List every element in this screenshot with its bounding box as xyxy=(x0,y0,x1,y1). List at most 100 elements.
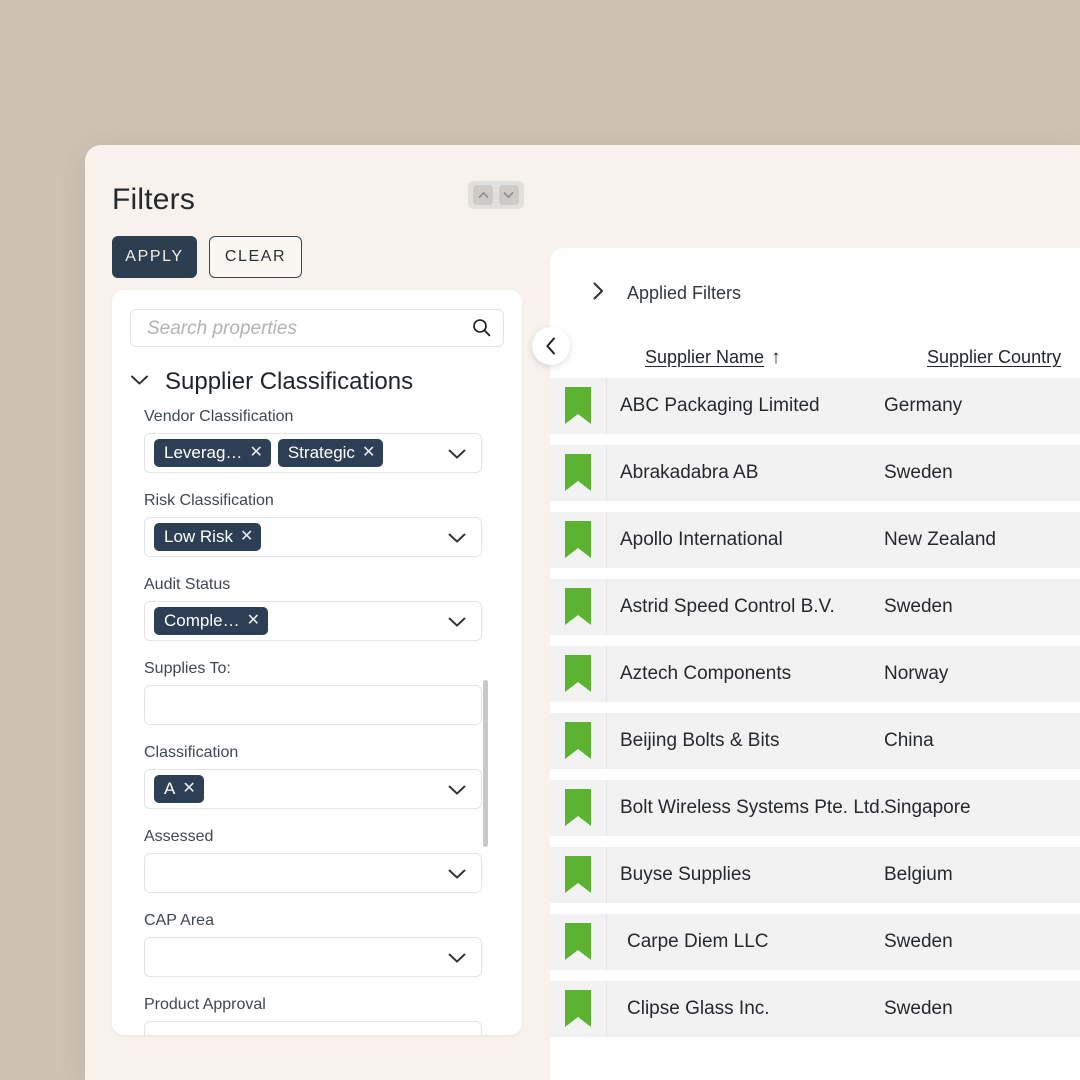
filter-fields-list: Vendor Classification Leverag… ✕ Strategic ✕… xyxy=(112,408,522,1035)
remove-chip-icon[interactable]: ✕ xyxy=(240,529,253,545)
table-column-headers: Supplier Name ↑ Supplier Country xyxy=(550,347,1080,373)
row-flag-cell xyxy=(550,780,607,836)
remove-chip-icon[interactable]: ✕ xyxy=(249,445,262,461)
results-panel: Applied Filters Supplier Name ↑ Supplier … xyxy=(550,248,1080,1080)
table-row[interactable]: Astrid Speed Control B.V. Sweden xyxy=(550,579,1080,635)
filter-field: Risk Classification Low Risk ✕ xyxy=(144,492,482,557)
remove-chip-icon[interactable]: ✕ xyxy=(247,613,260,629)
cell-supplier-name: Carpe Diem LLC xyxy=(627,931,769,952)
filter-field-control[interactable]: Comple… ✕ xyxy=(144,601,482,641)
bookmark-icon[interactable] xyxy=(565,521,591,563)
cell-supplier-name: Bolt Wireless Systems Pte. Ltd. xyxy=(620,797,886,818)
cell-supplier-country: New Zealand xyxy=(884,529,996,550)
filter-chip-label: Comple… xyxy=(164,611,240,630)
table-row[interactable]: Aztech Components Norway xyxy=(550,646,1080,702)
bookmark-icon[interactable] xyxy=(565,923,591,965)
bookmark-icon[interactable] xyxy=(565,789,591,831)
cell-supplier-name: Clipse Glass Inc. xyxy=(627,998,770,1019)
sort-ascending-icon[interactable]: ↑ xyxy=(771,347,781,369)
apply-button[interactable]: APPLY xyxy=(112,236,197,278)
bookmark-icon[interactable] xyxy=(565,856,591,898)
remove-chip-icon[interactable]: ✕ xyxy=(362,445,375,461)
cell-divider xyxy=(606,914,607,970)
row-flag-cell xyxy=(550,981,607,1037)
cell-divider xyxy=(606,378,607,434)
filter-field-control[interactable]: Low Risk ✕ xyxy=(144,517,482,557)
chevron-down-icon[interactable] xyxy=(447,951,467,969)
cell-divider xyxy=(606,445,607,501)
cell-divider xyxy=(606,713,607,769)
table-row[interactable]: Apollo International New Zealand xyxy=(550,512,1080,568)
bookmark-icon[interactable] xyxy=(565,454,591,496)
filter-chip[interactable]: Leverag… ✕ xyxy=(154,439,271,467)
chevron-down-icon[interactable] xyxy=(447,447,467,465)
filter-field: Vendor Classification Leverag… ✕ Strategic ✕ xyxy=(144,408,482,473)
table-row[interactable]: Carpe Diem LLC Sweden xyxy=(550,914,1080,970)
filter-field: Product Approval xyxy=(144,996,482,1035)
screen: Filters APPLY CLEAR Search properties Su… xyxy=(0,0,1080,1080)
row-flag-cell xyxy=(550,646,607,702)
cell-divider xyxy=(606,579,607,635)
filter-field-label: Risk Classification xyxy=(144,492,274,509)
filter-panel: Supplier Classifications Vendor Classifi… xyxy=(112,290,522,1035)
table-row[interactable]: Bolt Wireless Systems Pte. Ltd. Singapore xyxy=(550,780,1080,836)
filter-field-control[interactable]: Leverag… ✕ Strategic ✕ xyxy=(144,433,482,473)
chevron-down-icon[interactable] xyxy=(447,783,467,801)
cell-supplier-country: China xyxy=(884,730,934,751)
bookmark-icon[interactable] xyxy=(565,990,591,1032)
clear-button[interactable]: CLEAR xyxy=(209,236,302,278)
cell-divider xyxy=(606,981,607,1037)
search-icon[interactable] xyxy=(472,318,491,342)
search-input[interactable] xyxy=(145,310,459,348)
collapse-panel-button[interactable] xyxy=(532,327,570,365)
row-flag-cell xyxy=(550,378,607,434)
filter-chip[interactable]: Low Risk ✕ xyxy=(154,523,262,551)
chevron-down-icon[interactable] xyxy=(498,185,519,205)
chevron-down-icon[interactable] xyxy=(447,531,467,549)
filter-field-control[interactable]: A ✕ xyxy=(144,769,482,809)
remove-chip-icon[interactable]: ✕ xyxy=(182,781,195,797)
filter-field-control[interactable] xyxy=(144,853,482,893)
column-header-label: Supplier Name xyxy=(645,347,765,367)
bookmark-icon[interactable] xyxy=(565,387,591,429)
column-header-supplier-name[interactable]: Supplier Name ↑ xyxy=(645,347,781,369)
row-flag-cell xyxy=(550,847,607,903)
filter-chip[interactable]: Comple… ✕ xyxy=(154,607,268,635)
filter-field: Audit Status Comple… ✕ xyxy=(144,576,482,641)
bookmark-icon[interactable] xyxy=(565,655,591,697)
filter-field-control[interactable] xyxy=(144,685,482,725)
bookmark-icon[interactable] xyxy=(565,588,591,630)
filter-field-label: Product Approval xyxy=(144,996,266,1013)
chevron-up-icon[interactable] xyxy=(473,185,494,205)
cell-supplier-name: Beijing Bolts & Bits xyxy=(620,730,780,751)
cell-supplier-country: Singapore xyxy=(884,797,971,818)
cell-supplier-name: Abrakadabra AB xyxy=(620,462,759,483)
row-flag-cell xyxy=(550,512,607,568)
table-row[interactable]: Clipse Glass Inc. Sweden xyxy=(550,981,1080,1037)
page-title: Filters xyxy=(112,183,196,216)
filter-chip[interactable]: A ✕ xyxy=(154,775,204,803)
filter-field-control[interactable] xyxy=(144,1021,482,1035)
filter-chip[interactable]: Strategic ✕ xyxy=(277,439,384,467)
view-toggle-group xyxy=(468,181,524,209)
column-header-supplier-country[interactable]: Supplier Country xyxy=(927,347,1061,368)
table-row[interactable]: Beijing Bolts & Bits China xyxy=(550,713,1080,769)
search-field[interactable] xyxy=(130,309,504,348)
filter-panel-scrollbar[interactable] xyxy=(483,680,488,847)
cell-divider xyxy=(606,847,607,903)
bookmark-icon[interactable] xyxy=(565,722,591,764)
table-row[interactable]: Abrakadabra AB Sweden xyxy=(550,445,1080,501)
applied-filters-toggle[interactable]: Applied Filters xyxy=(592,281,741,306)
table-row[interactable]: ABC Packaging Limited Germany xyxy=(550,378,1080,434)
filter-group-header[interactable]: Supplier Classifications xyxy=(130,368,413,396)
filter-chip-label: Leverag… xyxy=(164,443,243,462)
filter-chip-label: A xyxy=(164,779,176,798)
chevron-down-icon[interactable] xyxy=(447,615,467,633)
table-row[interactable]: Buyse Supplies Belgium xyxy=(550,847,1080,903)
filter-field-control[interactable] xyxy=(144,937,482,977)
cell-divider xyxy=(606,780,607,836)
filter-chip-label: Low Risk xyxy=(164,527,233,546)
filter-field-label: Classification xyxy=(144,744,239,761)
chevron-down-icon[interactable] xyxy=(447,867,467,885)
row-flag-cell xyxy=(550,579,607,635)
